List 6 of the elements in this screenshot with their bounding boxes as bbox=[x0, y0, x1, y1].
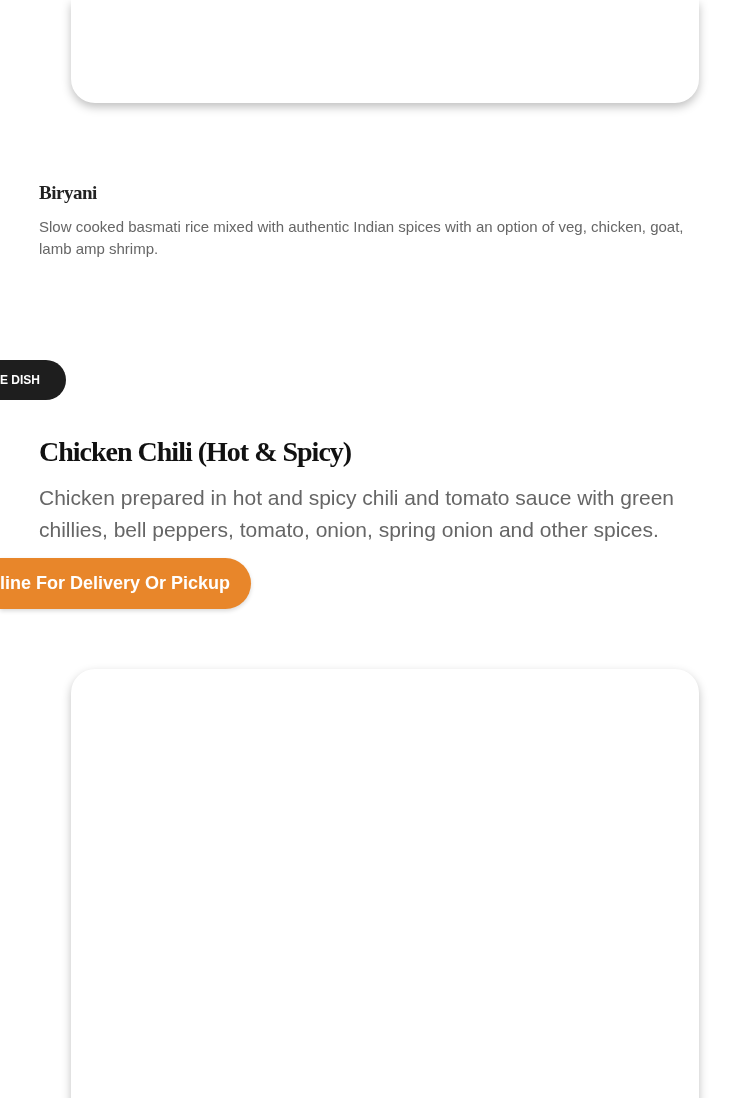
dish-title: Chicken Chili (Hot & Spicy) bbox=[39, 435, 352, 469]
dish-badge: E DISH bbox=[0, 360, 66, 400]
dish-title: Biryani bbox=[39, 181, 98, 205]
dish-description: Chicken prepared in hot and spicy chili and tomato sauce with green chillies, bell peppers, tomato, onion, spring onion and other spices. bbox=[39, 485, 676, 543]
dish-description: Slow cooked basmati rice mixed with authentic Indian spices with an option of veg, chicken, goat, lamb amp shrimp. bbox=[39, 217, 685, 259]
order-online-button[interactable]: line For Delivery Or Pickup bbox=[0, 558, 252, 609]
